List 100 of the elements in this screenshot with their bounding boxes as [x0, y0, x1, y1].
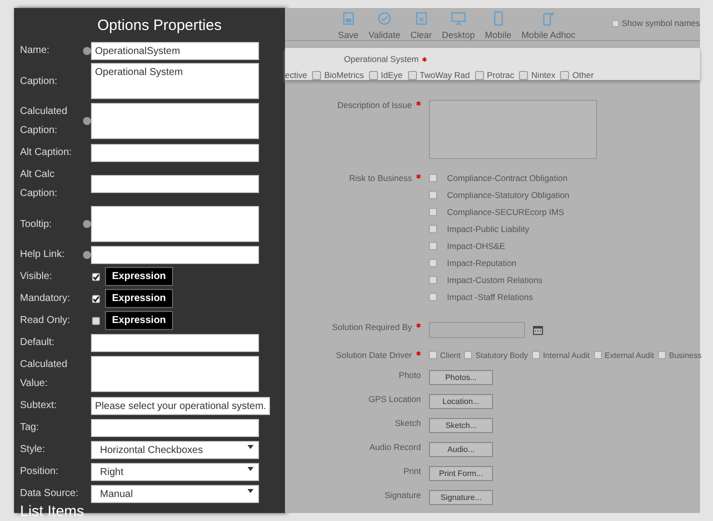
- text-field[interactable]: [91, 334, 259, 352]
- option-label: Impact-OHS&E: [447, 241, 506, 251]
- checkbox[interactable]: [429, 293, 437, 301]
- text-field[interactable]: [91, 418, 259, 436]
- option-label: Protrac: [486, 70, 514, 80]
- field-label: Solution Required By: [332, 322, 412, 332]
- checkbox[interactable]: [312, 70, 322, 80]
- text-field[interactable]: [91, 144, 259, 162]
- checkbox[interactable]: [532, 351, 540, 359]
- checkbox[interactable]: [429, 259, 437, 267]
- text-area[interactable]: [91, 356, 259, 392]
- checkbox[interactable]: [519, 70, 528, 80]
- expression-button[interactable]: Expression: [105, 289, 173, 308]
- field-label: Position:: [20, 465, 58, 479]
- check-circle-icon: [376, 11, 392, 26]
- help-icon[interactable]: [83, 117, 91, 125]
- action-button[interactable]: Signature...: [429, 490, 493, 505]
- checkbox[interactable]: [429, 351, 437, 359]
- calendar-icon[interactable]: [533, 326, 543, 334]
- checkbox[interactable]: [464, 351, 472, 359]
- toolbar-button[interactable]: Mobile Adhoc: [516, 8, 580, 40]
- panel-title: Options Properties: [96, 16, 223, 36]
- action-button[interactable]: Print Form...: [429, 466, 493, 481]
- option-label: BioMetrics: [324, 70, 364, 80]
- field-label: Help Link:: [20, 248, 64, 262]
- action-button[interactable]: Photos...: [429, 370, 493, 385]
- field-label: Read Only:: [20, 314, 70, 328]
- dropdown[interactable]: Horizontal Checkboxes: [91, 440, 259, 458]
- monitor-icon: [450, 11, 466, 26]
- field-label: Default:: [20, 336, 54, 350]
- checkbox[interactable]: [92, 316, 100, 324]
- toolbar-button[interactable]: Mobile: [480, 8, 516, 40]
- checkbox[interactable]: [560, 70, 570, 80]
- option-label: TwoWay Rad: [420, 70, 470, 80]
- field-label: Alt Calc Caption:: [20, 168, 58, 201]
- option-label: IdEye: [380, 70, 403, 80]
- checkbox[interactable]: [92, 272, 100, 280]
- option-label: Internal Audit: [542, 350, 590, 360]
- expression-button[interactable]: Expression: [105, 267, 173, 286]
- toolbar-button[interactable]: Save: [333, 8, 364, 40]
- field-label: Data Source:: [20, 487, 78, 501]
- option-label: Impact-Reputation: [447, 258, 516, 268]
- checkbox[interactable]: [429, 208, 437, 216]
- text-field[interactable]: [91, 175, 259, 193]
- save-icon: [340, 11, 356, 26]
- field-label: Tooltip:: [20, 218, 52, 232]
- checkbox[interactable]: [429, 276, 437, 284]
- field-label: Caption:: [20, 74, 58, 88]
- field-label: Calculated Value:: [20, 358, 68, 391]
- dropdown[interactable]: Manual: [91, 484, 259, 502]
- field-label: Subtext:: [20, 399, 57, 413]
- caret-icon[interactable]: [247, 444, 254, 450]
- action-button[interactable]: Location...: [429, 394, 493, 409]
- checkbox[interactable]: [92, 294, 100, 302]
- phone-plus-icon: [540, 11, 556, 26]
- field-label: GPS Location: [368, 394, 421, 404]
- toolbar-button[interactable]: Validate: [364, 8, 406, 40]
- help-icon[interactable]: [83, 46, 91, 54]
- field-label: Style:: [20, 443, 46, 457]
- field-label: Alt Caption:: [20, 146, 72, 160]
- checkbox[interactable]: [474, 70, 484, 80]
- option-label: Impact-Custom Relations: [447, 275, 542, 285]
- dropdown[interactable]: Right: [91, 462, 259, 480]
- checkbox[interactable]: [408, 70, 417, 80]
- caret-icon[interactable]: [247, 488, 254, 494]
- date-field[interactable]: [429, 322, 525, 338]
- text-field[interactable]: Please select your operational system.: [91, 396, 270, 414]
- option-label: Compliance-Contract Obligation: [447, 173, 568, 183]
- option-label: External Audit: [604, 350, 654, 360]
- document-x-icon: [414, 11, 429, 26]
- text-field[interactable]: OperationalSystem: [91, 42, 259, 60]
- option-label: Compliance-Statutory Obligation: [447, 190, 570, 200]
- option-label: Compliance-SECUREcorp IMS: [447, 207, 564, 217]
- toolbar-button[interactable]: Clear: [405, 8, 437, 40]
- action-button[interactable]: Audio...: [429, 442, 493, 457]
- expression-button[interactable]: Expression: [105, 311, 173, 330]
- toolbar-button[interactable]: Desktop: [436, 8, 480, 40]
- checkbox[interactable]: [612, 20, 619, 26]
- field-label: Operational System: [344, 54, 419, 64]
- checkbox[interactable]: [429, 225, 437, 233]
- checkbox[interactable]: [429, 242, 437, 250]
- caret-icon[interactable]: [247, 466, 254, 472]
- field-label: Audio Record: [369, 442, 421, 452]
- help-icon[interactable]: [83, 250, 91, 258]
- text-area[interactable]: [429, 100, 597, 159]
- help-icon[interactable]: [83, 220, 91, 228]
- text-area[interactable]: Operational System: [91, 63, 259, 99]
- checkbox[interactable]: [429, 174, 437, 182]
- action-button[interactable]: Sketch...: [429, 418, 493, 433]
- field-label: Photo: [398, 370, 421, 380]
- field-label: Visible:: [20, 270, 52, 284]
- checkbox[interactable]: [429, 191, 437, 199]
- checkbox[interactable]: [368, 70, 378, 80]
- field-label: Risk to Business: [349, 173, 412, 183]
- text-field[interactable]: [91, 246, 259, 264]
- option-label: Impact -Staff Relations: [447, 292, 533, 302]
- option-label: Other: [572, 70, 594, 80]
- checkbox[interactable]: [594, 351, 602, 359]
- field-label: Name:: [20, 44, 50, 58]
- checkbox[interactable]: [658, 351, 666, 359]
